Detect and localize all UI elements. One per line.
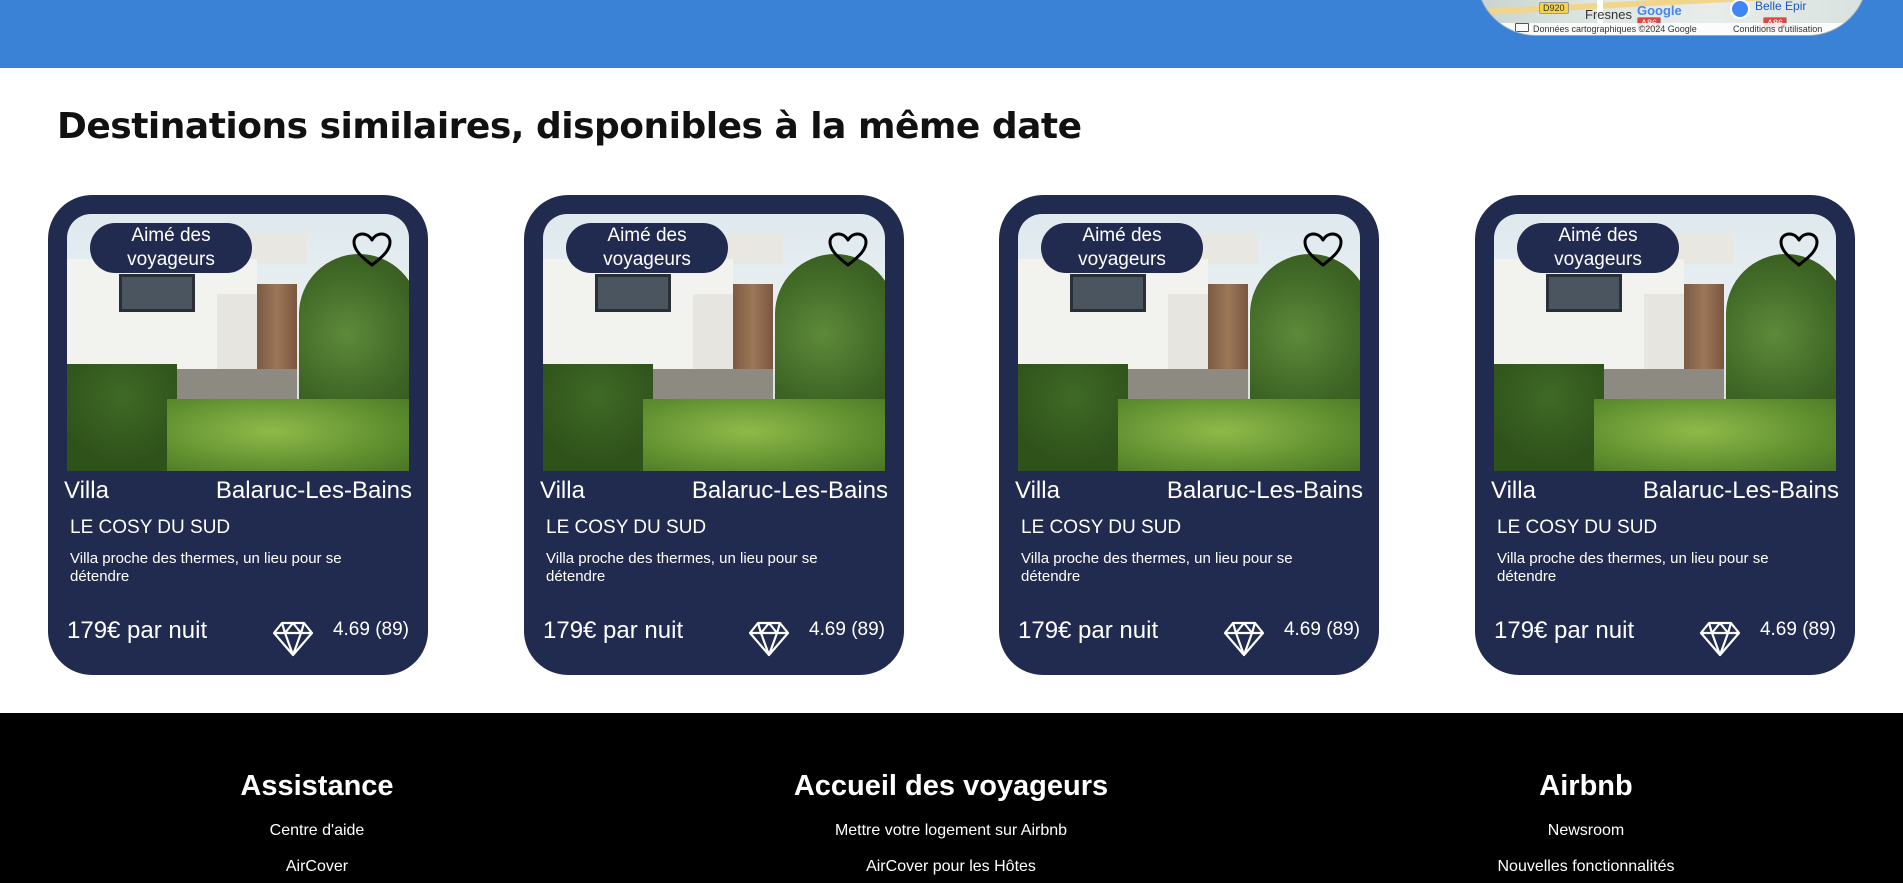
map-attribution: Données cartographiques ©2024 Google Con… — [1477, 23, 1867, 35]
listing-name[interactable]: LE COSY DU SUD — [70, 517, 230, 539]
footer-link-list-home[interactable]: Mettre votre logement sur Airbnb — [701, 822, 1201, 840]
listing-name[interactable]: LE COSY DU SUD — [1021, 517, 1181, 539]
photo-hedge — [543, 364, 653, 471]
photo-window — [1070, 274, 1146, 312]
photo-garden — [1594, 399, 1836, 471]
map-place-label: Belle Epir — [1755, 0, 1807, 13]
diamond-icon — [1223, 621, 1265, 657]
photo-garden — [643, 399, 885, 471]
listing-rating: 4.69 (89) — [1759, 619, 1836, 640]
footer-link-aircover-hosts[interactable]: AirCover pour les Hôtes — [701, 858, 1201, 876]
listing-price: 179€ par nuit — [1018, 617, 1159, 644]
property-type: Villa — [540, 477, 585, 504]
photo-window — [119, 274, 195, 312]
diamond-icon — [748, 621, 790, 657]
listing-price: 179€ par nuit — [67, 617, 208, 644]
listing-name[interactable]: LE COSY DU SUD — [546, 517, 706, 539]
property-type: Villa — [64, 477, 109, 504]
footer-link-new-features[interactable]: Nouvelles fonctionnalités — [1336, 858, 1836, 876]
listing-price: 179€ par nuit — [543, 617, 684, 644]
photo-garden — [167, 399, 409, 471]
heart-icon[interactable] — [351, 231, 393, 269]
diamond-icon — [1699, 621, 1741, 657]
map-town-label: Fresnes — [1585, 7, 1632, 22]
footer-heading: Assistance — [240, 770, 394, 802]
map-preview[interactable]: D920 Fresnes Google A86 A86 Belle Epir D… — [1476, 0, 1868, 36]
listing-price: 179€ par nuit — [1494, 617, 1635, 644]
footer-link-newsroom[interactable]: Newsroom — [1336, 822, 1836, 840]
listing-description: Villa proche des thermes, un lieu pour s… — [546, 550, 818, 585]
guest-favorite-badge: Aimé des voyageurs — [566, 223, 728, 273]
section-title: Destinations similaires, disponibles à l… — [57, 106, 1082, 147]
listing-card[interactable]: Aimé des voyageurs Villa Balaruc-Les-Bai… — [524, 195, 904, 675]
footer-link-help-center[interactable]: Centre d'aide — [67, 822, 567, 840]
heart-icon[interactable] — [827, 231, 869, 269]
footer-column-airbnb: Airbnb Newsroom Nouvelles fonctionnalité… — [1336, 713, 1836, 876]
keyboard-icon[interactable] — [1515, 23, 1529, 32]
listing-rating: 4.69 (89) — [808, 619, 885, 640]
photo-hedge — [67, 364, 177, 471]
property-city: Balaruc-Les-Bains — [1166, 477, 1363, 504]
guest-favorite-badge: Aimé des voyageurs — [90, 223, 252, 273]
guest-favorite-badge: Aimé des voyageurs — [1041, 223, 1203, 273]
listing-card[interactable]: Aimé des voyageurs Villa Balaruc-Les-Bai… — [999, 195, 1379, 675]
guest-favorite-badge: Aimé des voyageurs — [1517, 223, 1679, 273]
property-city: Balaruc-Les-Bains — [215, 477, 412, 504]
listing-card[interactable]: Aimé des voyageurs Villa Balaruc-Les-Bai… — [48, 195, 428, 675]
heart-icon[interactable] — [1778, 231, 1820, 269]
photo-window — [595, 274, 671, 312]
footer-link-aircover[interactable]: AirCover — [67, 858, 567, 876]
google-logo: Google — [1637, 3, 1682, 18]
footer-heading: Airbnb — [1539, 770, 1633, 802]
footer-column-assistance: Assistance Centre d'aide AirCover — [67, 713, 567, 876]
property-city: Balaruc-Les-Bains — [1642, 477, 1839, 504]
listing-description: Villa proche des thermes, un lieu pour s… — [70, 550, 342, 585]
photo-hedge — [1018, 364, 1128, 471]
map-data-credit: Données cartographiques ©2024 Google — [1533, 24, 1697, 34]
photo-window — [1546, 274, 1622, 312]
property-type: Villa — [1491, 477, 1536, 504]
footer: Assistance Centre d'aide AirCover Accuei… — [0, 713, 1903, 883]
footer-column-hosting: Accueil des voyageurs Mettre votre logem… — [701, 713, 1201, 876]
photo-garden — [1118, 399, 1360, 471]
map-pin-icon — [1730, 0, 1750, 19]
map-terms-link[interactable]: Conditions d'utilisation — [1733, 23, 1822, 35]
footer-heading: Accueil des voyageurs — [793, 770, 1109, 802]
listing-card[interactable]: Aimé des voyageurs Villa Balaruc-Les-Bai… — [1475, 195, 1855, 675]
property-type: Villa — [1015, 477, 1060, 504]
photo-hedge — [1494, 364, 1604, 471]
property-city: Balaruc-Les-Bains — [691, 477, 888, 504]
listing-rating: 4.69 (89) — [1283, 619, 1360, 640]
listing-rating: 4.69 (89) — [332, 619, 409, 640]
listing-name[interactable]: LE COSY DU SUD — [1497, 517, 1657, 539]
diamond-icon — [272, 621, 314, 657]
listing-description: Villa proche des thermes, un lieu pour s… — [1497, 550, 1769, 585]
map-road-badge: D920 — [1539, 2, 1569, 14]
heart-icon[interactable] — [1302, 231, 1344, 269]
listing-description: Villa proche des thermes, un lieu pour s… — [1021, 550, 1293, 585]
